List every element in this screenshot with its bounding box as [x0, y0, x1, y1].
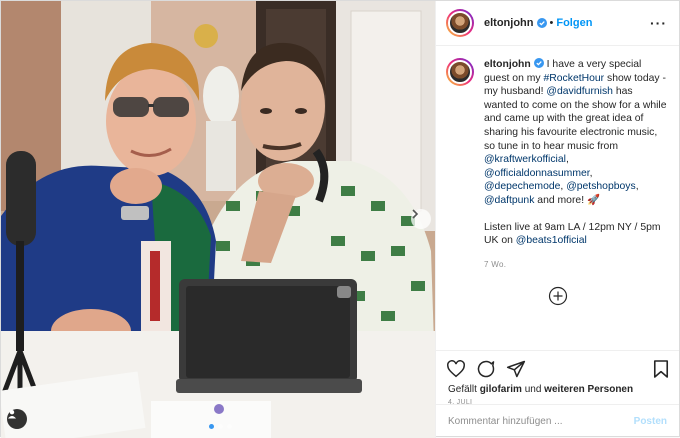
mention-link[interactable]: @kraftwerkofficial: [484, 154, 566, 165]
post-side-panel: eltonjohn • Folgen ··· eltonjohn I have …: [435, 1, 679, 438]
mention-link[interactable]: @daftpunk: [484, 195, 534, 206]
avatar[interactable]: [446, 58, 474, 86]
post-photo[interactable]: [1, 1, 435, 438]
more-options-icon[interactable]: ···: [650, 16, 667, 30]
carousel-indicator: [209, 424, 232, 429]
caption-text-part: and more! 🚀: [534, 194, 600, 206]
likes-others-link[interactable]: weiteren Personen: [544, 384, 633, 395]
avatar[interactable]: [446, 9, 474, 37]
caption-text: eltonjohn I have a very special guest on…: [484, 58, 667, 350]
post-header: eltonjohn • Folgen ···: [436, 1, 679, 46]
chevron-right-icon: [412, 209, 419, 219]
mention-link[interactable]: @officialdonnasummer: [484, 168, 590, 179]
comment-input[interactable]: [448, 416, 634, 427]
likes-line: Gefällt gilofarim und weiteren Personen: [436, 383, 679, 397]
hashtag-link[interactable]: #RocketHour: [544, 73, 605, 84]
likes-middle: und: [521, 384, 545, 395]
caption-text-part: ,: [589, 167, 593, 179]
verified-badge-icon: [536, 18, 547, 28]
comment-bar: Posten: [436, 404, 679, 438]
caption-text-part: ,: [635, 181, 639, 193]
carousel-dot: [227, 424, 232, 429]
carousel-next-button[interactable]: [411, 209, 431, 229]
instagram-post: eltonjohn • Folgen ··· eltonjohn I have …: [0, 0, 680, 438]
add-comment-plus-icon[interactable]: [548, 286, 568, 306]
verified-badge-icon: [533, 58, 544, 68]
comment-icon[interactable]: [476, 359, 496, 379]
caption-age: 7 Wo.: [484, 259, 507, 269]
share-icon[interactable]: [506, 359, 526, 379]
mention-link[interactable]: @depechemode: [484, 181, 560, 192]
liker-username[interactable]: gilofarim: [480, 384, 522, 395]
carousel-dot: [209, 424, 214, 429]
follow-button[interactable]: Folgen: [556, 17, 592, 29]
heart-icon[interactable]: [446, 360, 466, 378]
photo-illustration: [1, 1, 435, 438]
action-bar: [436, 355, 679, 383]
header-separator: •: [549, 17, 554, 29]
mention-link[interactable]: @petshopboys: [566, 181, 635, 192]
caption-text-part: ,: [565, 154, 569, 166]
mention-link[interactable]: @davidfurnish: [546, 86, 613, 97]
post-comment-button[interactable]: Posten: [634, 416, 667, 427]
header-username[interactable]: eltonjohn: [484, 17, 534, 29]
mention-link[interactable]: @beats1official: [516, 235, 587, 246]
caption-username[interactable]: eltonjohn: [484, 59, 531, 70]
caption-section: eltonjohn I have a very special guest on…: [436, 46, 679, 351]
carousel-dot: [218, 424, 223, 429]
user-tag-button[interactable]: [7, 409, 27, 429]
likes-prefix: Gefällt: [448, 384, 480, 395]
user-tag-icon: [8, 410, 16, 419]
bookmark-icon[interactable]: [653, 359, 669, 379]
